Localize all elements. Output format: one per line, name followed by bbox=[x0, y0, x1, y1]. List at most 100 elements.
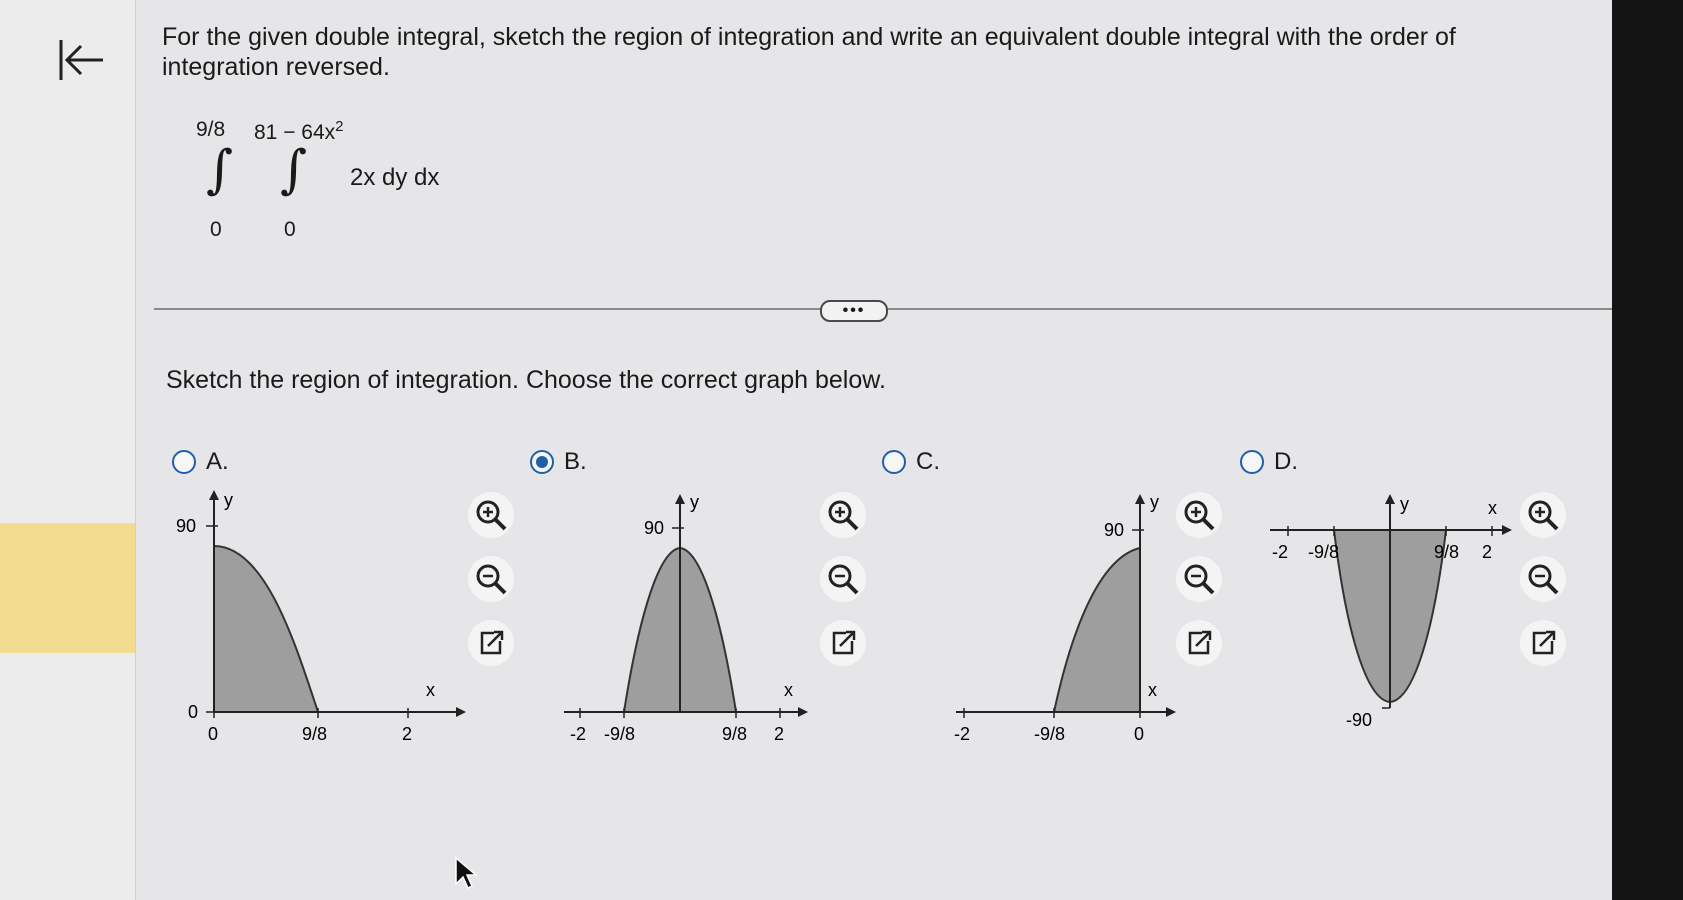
graph-b-x-tick-2: 2 bbox=[774, 724, 784, 744]
graph-d-zoom-out-button[interactable] bbox=[1520, 556, 1566, 602]
graph-d-x-tick-neg2: -2 bbox=[1272, 542, 1288, 562]
graph-c-zoom-out-button[interactable] bbox=[1176, 556, 1222, 602]
double-integral: 9/8 ∫ 0 81 − 64x2 ∫ 0 2x dy dx bbox=[192, 108, 622, 248]
zoom-in-icon bbox=[828, 500, 859, 531]
popout-icon bbox=[480, 630, 504, 655]
graph-d-x-tick-neg9-8: -9/8 bbox=[1308, 542, 1339, 562]
graph-a: y x 90 0 0 9/8 2 bbox=[176, 490, 466, 744]
outer-upper-limit: 9/8 bbox=[196, 118, 226, 141]
graph-a-x-tick-9-8: 9/8 bbox=[302, 724, 327, 744]
graph-d-x-tick-2: 2 bbox=[1482, 542, 1492, 562]
option-c-label: C. bbox=[916, 448, 940, 475]
graph-d-tools bbox=[1520, 492, 1574, 684]
graph-d-zoom-in-button[interactable] bbox=[1520, 492, 1566, 538]
graph-c-x-tick-neg2: -2 bbox=[954, 724, 970, 744]
graph-c-popout-button[interactable] bbox=[1176, 620, 1222, 666]
zoom-in-icon bbox=[476, 500, 507, 531]
option-b[interactable]: B. bbox=[530, 448, 587, 476]
graph-b-y-tick-90: 90 bbox=[644, 518, 664, 538]
back-to-start-icon bbox=[59, 40, 103, 80]
graph-b-x-tick-neg9-8: -9/8 bbox=[604, 724, 635, 744]
zoom-in-icon bbox=[1528, 500, 1559, 531]
graph-c: y x 90 -2 -9/8 0 bbox=[954, 492, 1176, 744]
option-d-radio[interactable] bbox=[1240, 450, 1264, 474]
graph-b-x-tick-neg2: -2 bbox=[570, 724, 586, 744]
graph-b-tools bbox=[820, 492, 874, 684]
graph-a-x-arrow bbox=[456, 707, 466, 717]
inner-upper-exponent: 2 bbox=[335, 118, 344, 135]
popout-icon bbox=[1188, 630, 1212, 655]
zoom-in-icon bbox=[1184, 500, 1215, 531]
graph-b-x-tick-9-8: 9/8 bbox=[722, 724, 747, 744]
monitor-bezel bbox=[1612, 0, 1683, 900]
outer-lower-limit: 0 bbox=[210, 218, 222, 241]
option-b-radio-dot bbox=[536, 456, 548, 468]
graph-b-x-label: x bbox=[784, 680, 793, 700]
question-text: For the given double integral, sketch th… bbox=[162, 23, 1456, 81]
graph-c-zoom-in-button[interactable] bbox=[1176, 492, 1222, 538]
graph-c-x-tick-0: 0 bbox=[1134, 724, 1144, 744]
option-a-label: A. bbox=[206, 448, 229, 475]
page: For the given double integral, sketch th… bbox=[0, 0, 1683, 900]
zoom-out-icon bbox=[1184, 564, 1215, 595]
graph-a-x-tick-0: 0 bbox=[208, 724, 218, 744]
graph-d-y-label: y bbox=[1400, 494, 1409, 514]
back-button[interactable] bbox=[52, 30, 112, 90]
option-b-radio[interactable] bbox=[530, 450, 554, 474]
popout-icon bbox=[1532, 630, 1556, 655]
graph-a-zoom-out-button[interactable] bbox=[468, 556, 514, 602]
popout-icon bbox=[832, 630, 856, 655]
zoom-out-icon bbox=[476, 564, 507, 595]
option-d[interactable]: D. bbox=[1240, 448, 1298, 476]
left-panel bbox=[0, 0, 136, 900]
graph-a-y-tick-90: 90 bbox=[176, 516, 196, 536]
inner-integral-sign: ∫ bbox=[280, 140, 308, 200]
option-d-label: D. bbox=[1274, 448, 1298, 475]
option-a[interactable]: A. bbox=[172, 448, 229, 476]
graph-b-y-arrow bbox=[675, 494, 685, 504]
graph-a-x-tick-2: 2 bbox=[402, 724, 412, 744]
outer-integral-sign: ∫ bbox=[206, 140, 234, 200]
graph-c-tools bbox=[1176, 492, 1230, 684]
graph-c-x-label: x bbox=[1148, 680, 1157, 700]
graph-a-zoom-in-button[interactable] bbox=[468, 492, 514, 538]
graph-a-y-arrow bbox=[209, 490, 219, 500]
graph-a-y-tick-0: 0 bbox=[188, 702, 198, 722]
graph-c-y-label: y bbox=[1150, 492, 1159, 512]
graph-a-x-label: x bbox=[426, 680, 435, 700]
zoom-out-icon bbox=[828, 564, 859, 595]
question-highlight bbox=[0, 523, 135, 653]
graph-d-y-tick-neg90: -90 bbox=[1346, 710, 1372, 730]
graph-c-x-arrow bbox=[1166, 707, 1176, 717]
graph-d-x-label: x bbox=[1488, 498, 1497, 518]
option-c[interactable]: C. bbox=[882, 448, 940, 476]
graph-d-y-arrow bbox=[1385, 494, 1395, 504]
graph-b-y-label: y bbox=[690, 492, 699, 512]
graph-c-x-tick-neg9-8: -9/8 bbox=[1034, 724, 1065, 744]
question-content: For the given double integral, sketch th… bbox=[136, 0, 1612, 900]
graph-c-y-arrow bbox=[1135, 494, 1145, 504]
show-more-button[interactable]: ••• bbox=[820, 300, 888, 322]
prompt-text: Sketch the region of integration. Choose… bbox=[166, 366, 886, 394]
graph-b-x-arrow bbox=[798, 707, 808, 717]
graph-d-x-tick-9-8: 9/8 bbox=[1434, 542, 1459, 562]
zoom-out-icon bbox=[1528, 564, 1559, 595]
graph-b-zoom-in-button[interactable] bbox=[820, 492, 866, 538]
graph-d-popout-button[interactable] bbox=[1520, 620, 1566, 666]
graph-c-y-tick-90: 90 bbox=[1104, 520, 1124, 540]
graph-d-x-arrow bbox=[1502, 525, 1512, 535]
integrand: 2x dy dx bbox=[350, 164, 440, 191]
graph-b: y x 90 -2 -9/8 9/8 2 bbox=[564, 492, 808, 744]
inner-lower-limit: 0 bbox=[284, 218, 296, 241]
option-b-label: B. bbox=[564, 448, 587, 475]
graph-a-y-label: y bbox=[224, 490, 233, 510]
graph-a-tools bbox=[468, 492, 522, 684]
mouse-cursor-icon bbox=[455, 856, 478, 890]
graph-c-region bbox=[1052, 546, 1141, 713]
graph-b-popout-button[interactable] bbox=[820, 620, 866, 666]
option-c-radio[interactable] bbox=[882, 450, 906, 474]
graph-a-popout-button[interactable] bbox=[468, 620, 514, 666]
option-a-radio[interactable] bbox=[172, 450, 196, 474]
graph-d: y x -2 -9/8 9/8 2 -90 bbox=[1270, 494, 1512, 730]
graph-b-zoom-out-button[interactable] bbox=[820, 556, 866, 602]
